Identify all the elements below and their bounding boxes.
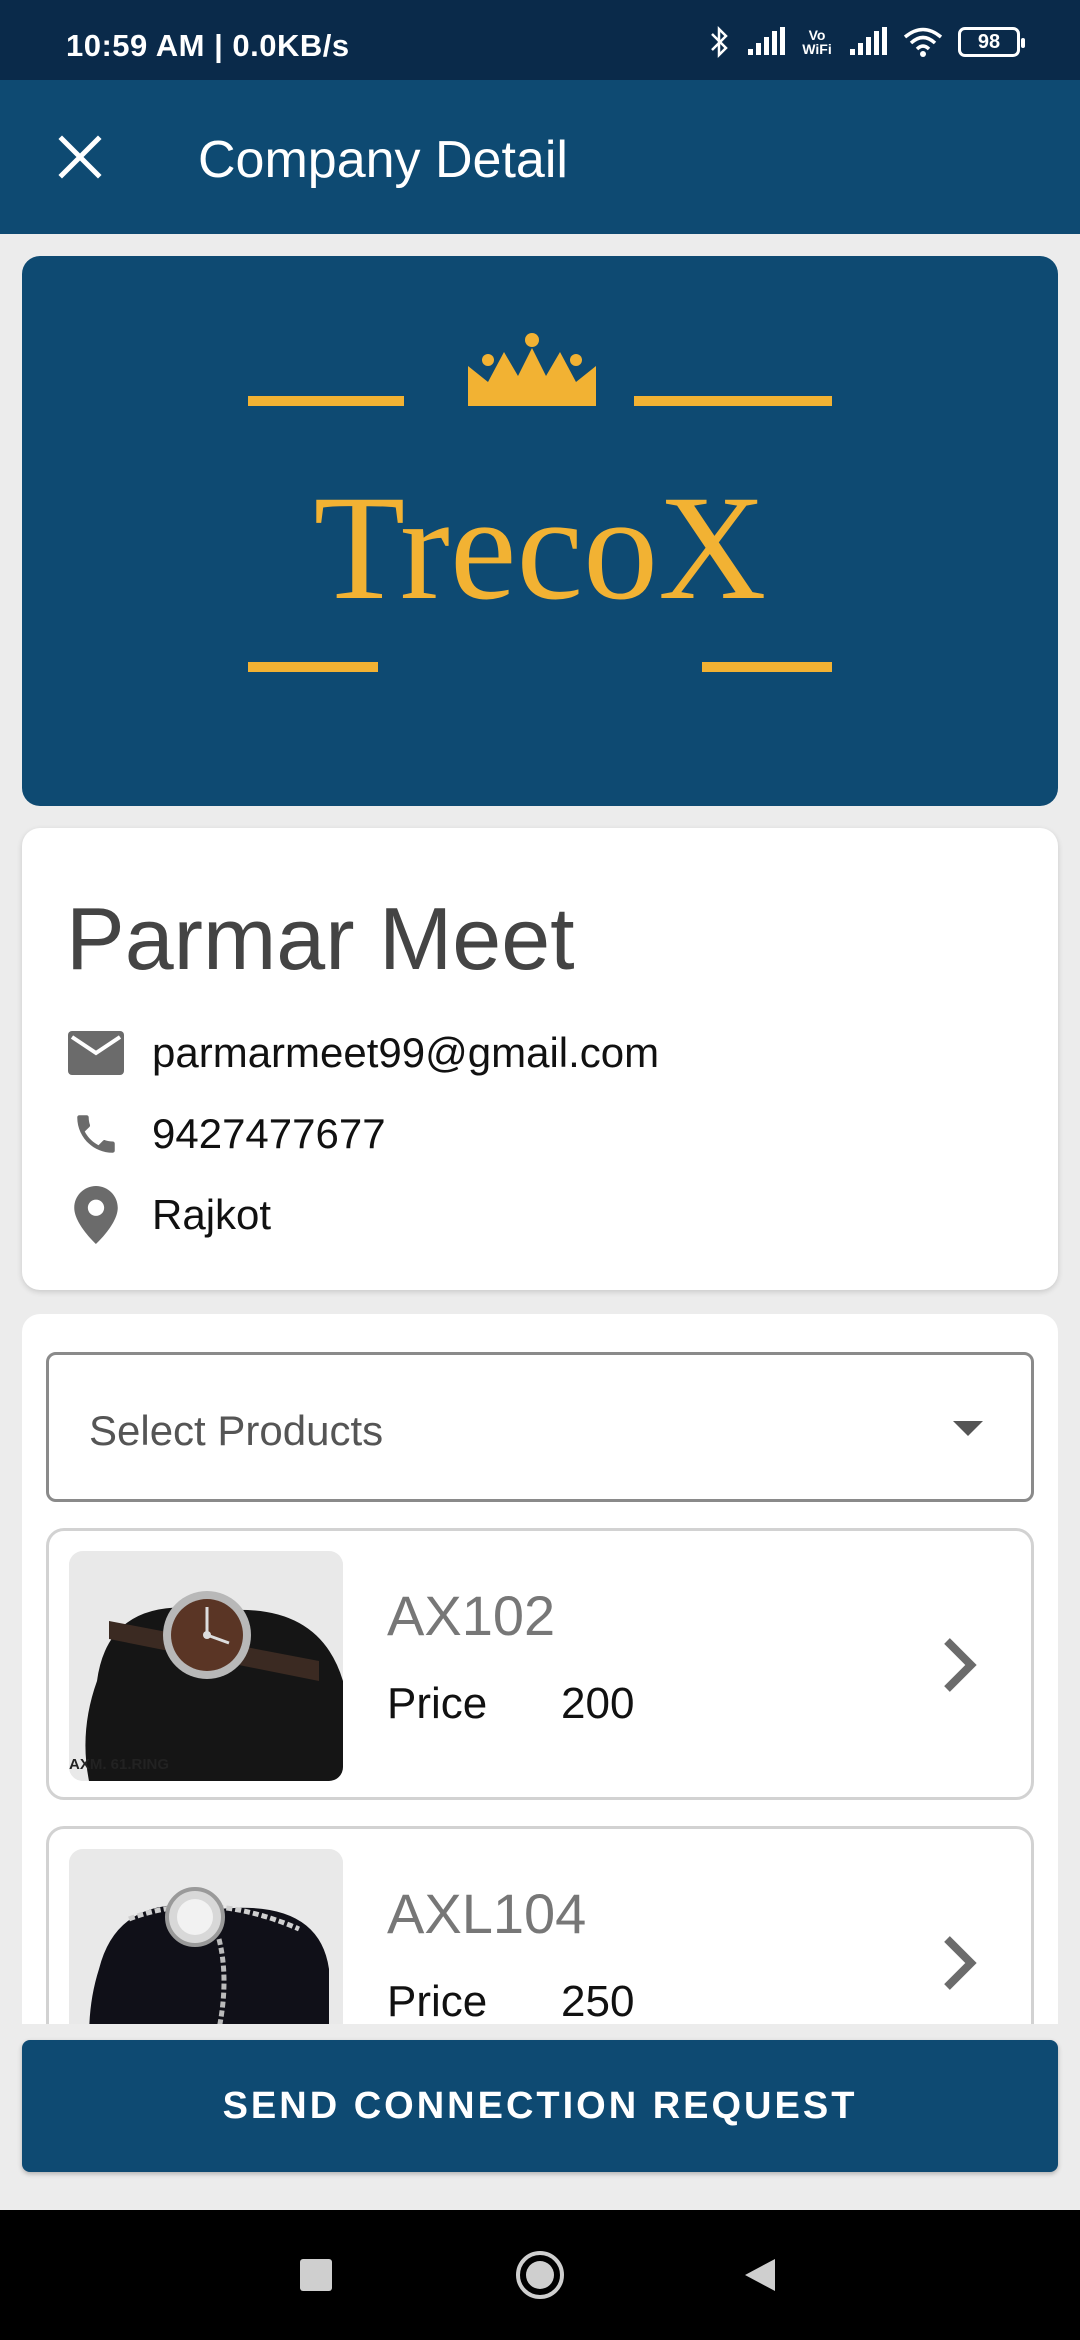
product-image — [69, 1849, 343, 2024]
phone-text: 9427477677 — [152, 1110, 386, 1157]
company-name: Parmar Meet — [66, 889, 575, 988]
recents-icon — [300, 2259, 332, 2291]
chevron-right-icon — [944, 1638, 977, 1692]
select-placeholder: Select Products — [89, 1407, 384, 1454]
back-button[interactable] — [700, 2210, 820, 2340]
location-row[interactable]: Rajkot — [66, 1185, 271, 1245]
status-bar: 10:59 AM | 0.0KB/s Vo WiFi 98 — [0, 0, 1080, 80]
status-icons: Vo WiFi 98 — [708, 22, 1025, 62]
wifi-icon — [903, 27, 943, 57]
chevron-right-icon — [944, 1936, 977, 1990]
recents-button[interactable] — [256, 2210, 376, 2340]
phone-row[interactable]: 9427477677 — [66, 1104, 386, 1164]
product-item[interactable]: AXL104 Price 250 — [46, 1826, 1034, 2024]
home-icon — [516, 2251, 564, 2299]
product-image: AXM. 61.RING — [69, 1551, 343, 1781]
signal-icon — [748, 27, 785, 55]
dropdown-arrow-icon — [953, 1421, 983, 1436]
company-logo: TrecoX — [248, 333, 832, 672]
home-button[interactable] — [480, 2210, 600, 2340]
price-label: Price — [387, 1679, 488, 1728]
email-icon — [66, 1023, 126, 1083]
price-value: 250 — [561, 1977, 635, 2024]
thumb-caption: AXM. 61.RING — [69, 1756, 170, 1773]
signal-icon-2 — [850, 27, 887, 55]
product-code: AXL104 — [387, 1882, 587, 1945]
products-card: Select Products AXM. 61.RING AX102 Price… — [22, 1314, 1058, 2024]
send-connection-request-button[interactable]: SEND CONNECTION REQUEST — [22, 2040, 1058, 2172]
email-text: parmarmeet99@gmail.com — [152, 1029, 660, 1076]
close-icon — [58, 135, 102, 179]
close-button[interactable] — [40, 117, 120, 197]
watch-image — [69, 1551, 343, 1781]
product-code: AX102 — [387, 1584, 556, 1647]
price-value: 200 — [561, 1679, 635, 1728]
navigation-bar — [0, 2210, 1080, 2340]
phone-icon — [66, 1104, 126, 1164]
app-bar: Company Detail — [0, 80, 1080, 234]
back-icon — [745, 2259, 775, 2291]
location-pin-icon — [66, 1185, 126, 1245]
email-row[interactable]: parmarmeet99@gmail.com — [66, 1023, 659, 1083]
page-title: Company Detail — [198, 131, 568, 189]
logo-text: TrecoX — [314, 465, 767, 631]
battery-indicator: 98 — [958, 27, 1025, 57]
bluetooth-icon — [711, 25, 728, 59]
vowifi-label: Vo WiFi — [802, 27, 832, 57]
select-products-dropdown[interactable]: Select Products — [46, 1352, 1034, 1502]
product-item[interactable]: AXM. 61.RING AX102 Price 200 — [46, 1528, 1034, 1800]
location-text: Rajkot — [152, 1191, 272, 1238]
price-label: Price — [387, 1977, 488, 2024]
company-banner: TrecoX — [22, 256, 1058, 806]
status-time: 10:59 AM | 0.0KB/s — [66, 28, 350, 63]
company-info-card: Parmar Meet parmarmeet99@gmail.com 94274… — [22, 828, 1058, 1290]
watch-image — [69, 1849, 343, 2024]
